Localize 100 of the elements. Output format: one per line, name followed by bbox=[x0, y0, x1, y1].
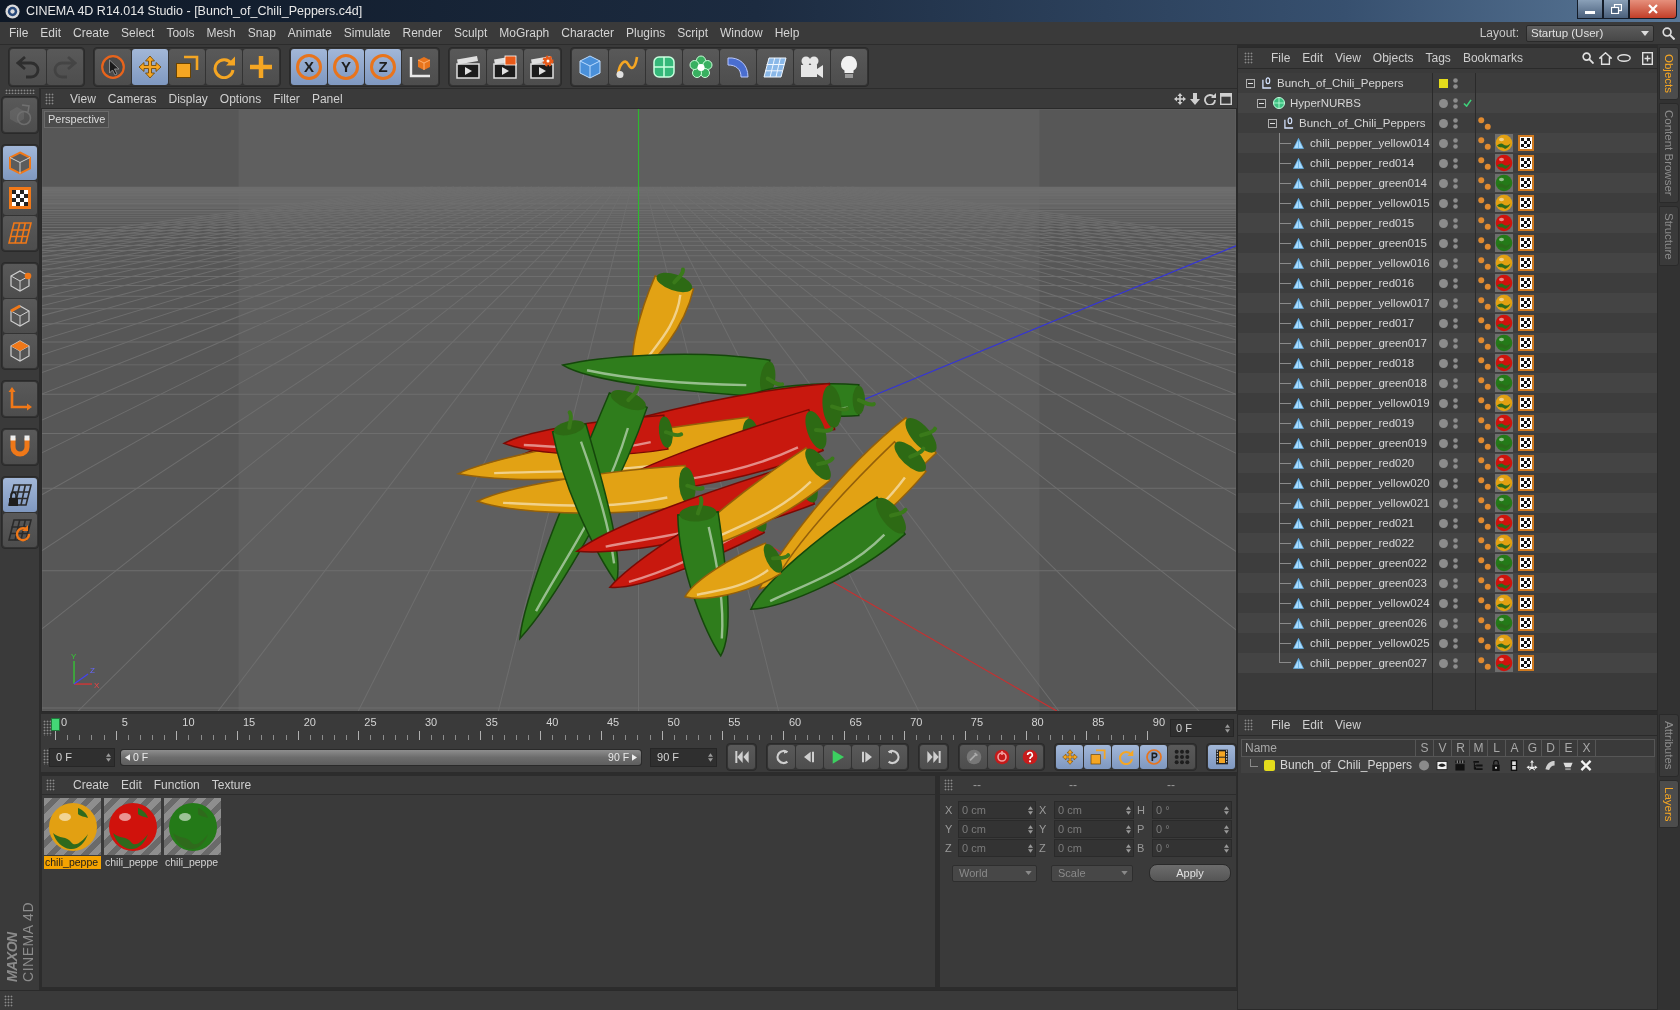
two-dots-tag-icon[interactable] bbox=[1478, 476, 1491, 490]
sphere-tag-icon[interactable] bbox=[1495, 174, 1513, 192]
spinner-arrows-icon[interactable] bbox=[105, 752, 111, 762]
stacked-dots-icon[interactable] bbox=[1453, 577, 1458, 589]
checker-tag-icon[interactable] bbox=[1518, 315, 1534, 331]
dot-icon[interactable] bbox=[1439, 258, 1448, 268]
checker-tag-icon[interactable] bbox=[1518, 255, 1534, 271]
sphere-tag-icon[interactable] bbox=[1495, 154, 1513, 172]
two-dots-tag-icon[interactable] bbox=[1478, 316, 1491, 330]
dot-icon[interactable] bbox=[1439, 398, 1448, 408]
grip-handle-icon[interactable] bbox=[45, 92, 54, 105]
axis-lock-button[interactable]: Z bbox=[365, 48, 401, 85]
menu-item[interactable]: Objects bbox=[1366, 51, 1420, 65]
menu-item[interactable]: Panel bbox=[305, 91, 349, 106]
restore-button[interactable] bbox=[1603, 0, 1629, 19]
dot-icon[interactable] bbox=[1439, 198, 1448, 208]
ellipse-icon[interactable] bbox=[1617, 54, 1631, 62]
menu-item[interactable]: Create bbox=[67, 778, 116, 792]
spinner-arrows-icon[interactable] bbox=[1028, 843, 1033, 853]
two-dots-tag-icon[interactable] bbox=[1478, 656, 1491, 670]
spinner-arrows-icon[interactable] bbox=[1225, 723, 1230, 733]
render-view-button[interactable] bbox=[450, 48, 486, 85]
spinner-arrows-icon[interactable] bbox=[708, 752, 713, 762]
keyframe-selection-button[interactable] bbox=[1016, 745, 1043, 769]
grip-handle-icon[interactable] bbox=[944, 779, 953, 791]
menu-item[interactable]: Animate bbox=[281, 26, 338, 40]
sphere-tag-icon[interactable] bbox=[1495, 474, 1513, 492]
stacked-dots-icon[interactable] bbox=[1453, 437, 1458, 449]
checker-tag-icon[interactable] bbox=[1518, 455, 1534, 471]
dot-icon[interactable] bbox=[1439, 318, 1448, 328]
frame-range-slider[interactable]: 0 F 90 F bbox=[119, 748, 643, 766]
playhead-marker[interactable] bbox=[51, 718, 60, 731]
two-dots-tag-icon[interactable] bbox=[1478, 376, 1491, 390]
sphere-tag-icon[interactable] bbox=[1495, 654, 1513, 672]
render-to-picture-viewer-button[interactable] bbox=[487, 48, 523, 85]
sphere-tag-icon[interactable] bbox=[1495, 554, 1513, 572]
stacked-dots-icon[interactable] bbox=[1453, 297, 1458, 309]
checker-tag-icon[interactable] bbox=[1518, 335, 1534, 351]
menu-item[interactable]: File bbox=[1265, 51, 1297, 65]
checker-tag-icon[interactable] bbox=[1518, 175, 1534, 191]
cloner-button[interactable] bbox=[683, 48, 719, 85]
layer-row[interactable]: Bunch_of_Chili_Peppers bbox=[1241, 757, 1655, 773]
spinner-arrows-icon[interactable] bbox=[1224, 843, 1229, 853]
start-frame-field[interactable]: 0 F bbox=[49, 747, 115, 767]
menu-item[interactable]: Texture bbox=[205, 778, 258, 792]
sphere-tag-icon[interactable] bbox=[1495, 234, 1513, 252]
object-row[interactable]: chili_pepper_green027 bbox=[1238, 653, 1657, 673]
stacked-dots-icon[interactable] bbox=[1453, 457, 1458, 469]
menu-item[interactable]: File bbox=[3, 26, 35, 40]
menu-item[interactable]: Options bbox=[213, 91, 268, 106]
menu-item[interactable]: Plugins bbox=[619, 26, 672, 40]
sphere-tag-icon[interactable] bbox=[1495, 314, 1513, 332]
record-scale-button[interactable] bbox=[1084, 745, 1111, 769]
grip-handle-icon[interactable] bbox=[1244, 719, 1253, 731]
menu-item[interactable]: View bbox=[1329, 51, 1367, 65]
two-dots-tag-icon[interactable] bbox=[1478, 196, 1491, 210]
scale-tool-button[interactable] bbox=[169, 48, 205, 85]
search-icon[interactable] bbox=[1662, 26, 1675, 40]
material-name[interactable]: chili_peppe bbox=[44, 856, 101, 869]
stacked-dots-icon[interactable] bbox=[1453, 617, 1458, 629]
stacked-dots-icon[interactable] bbox=[1453, 217, 1458, 229]
checker-tag-icon[interactable] bbox=[1518, 635, 1534, 651]
cube-object-button[interactable] bbox=[572, 48, 608, 85]
checker-tag-icon[interactable] bbox=[1518, 155, 1534, 171]
dot-icon[interactable] bbox=[1439, 458, 1448, 468]
grip-handle-icon[interactable] bbox=[4, 995, 13, 1007]
locked-workplane-button[interactable] bbox=[2, 478, 37, 512]
sphere-tag-icon[interactable] bbox=[1495, 134, 1513, 152]
dot-icon[interactable] bbox=[1439, 98, 1448, 108]
stacked-dots-icon[interactable] bbox=[1453, 277, 1458, 289]
down-arrow-icon[interactable] bbox=[1190, 92, 1200, 105]
sphere-tag-icon[interactable] bbox=[1495, 494, 1513, 512]
object-row[interactable]: chili_pepper_yellow021 bbox=[1238, 493, 1657, 513]
rotate-view-icon[interactable] bbox=[1204, 92, 1216, 105]
dot-icon[interactable] bbox=[1439, 238, 1448, 248]
dot-icon[interactable] bbox=[1439, 638, 1448, 648]
spinner-arrows-icon[interactable] bbox=[1126, 824, 1131, 834]
collapse-toggle-icon[interactable] bbox=[1257, 98, 1266, 108]
two-dots-tag-icon[interactable] bbox=[1478, 396, 1491, 410]
stacked-dots-icon[interactable] bbox=[1453, 177, 1458, 189]
spline-pen-button[interactable] bbox=[609, 48, 645, 85]
grip-handle-icon[interactable] bbox=[4, 89, 35, 94]
move-view-icon[interactable] bbox=[1174, 92, 1186, 105]
sphere-tag-icon[interactable] bbox=[1495, 194, 1513, 212]
two-dots-tag-icon[interactable] bbox=[1478, 276, 1491, 290]
checker-tag-icon[interactable] bbox=[1518, 515, 1534, 531]
sphere-tag-icon[interactable] bbox=[1495, 214, 1513, 232]
dot-icon[interactable] bbox=[1439, 378, 1448, 388]
coordinate-system-button[interactable] bbox=[402, 48, 438, 85]
object-row[interactable]: chili_pepper_green018 bbox=[1238, 373, 1657, 393]
sphere-tag-icon[interactable] bbox=[1495, 634, 1513, 652]
checker-tag-icon[interactable] bbox=[1518, 595, 1534, 611]
checker-tag-icon[interactable] bbox=[1518, 135, 1534, 151]
object-row[interactable]: chili_pepper_red022 bbox=[1238, 533, 1657, 553]
dot-icon[interactable] bbox=[1439, 498, 1448, 508]
menu-item[interactable]: Filter bbox=[267, 91, 306, 106]
sphere-tag-icon[interactable] bbox=[1495, 274, 1513, 292]
menu-item[interactable]: Edit bbox=[34, 26, 68, 40]
dot-icon[interactable] bbox=[1439, 478, 1448, 488]
minimize-button[interactable] bbox=[1577, 0, 1603, 19]
